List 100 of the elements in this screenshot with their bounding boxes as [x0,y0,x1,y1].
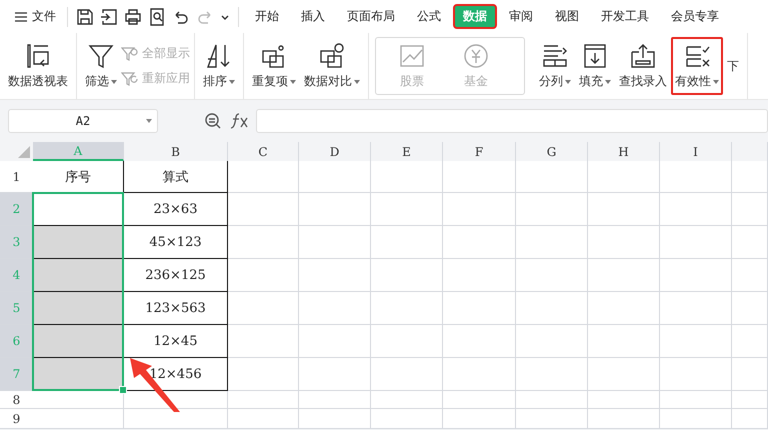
ribbon-button[interactable]: 排序 [199,37,239,95]
ribbon-tab[interactable]: 页面布局 [337,4,405,29]
table-cell [371,409,443,429]
ribbon-tab[interactable]: 审阅 [499,4,543,29]
table-cell [299,358,371,391]
button-label: 数据对比 [304,73,352,90]
table-cell [588,161,660,193]
table-cell [516,358,588,391]
table-cell: 45×123 [124,226,228,259]
table-cell [660,193,732,226]
formula-field[interactable] [256,109,768,133]
name-box[interactable]: A2 [8,109,158,133]
ribbon-tab[interactable]: 会员专享 [661,4,729,29]
table-cell [588,325,660,358]
table-cell [660,409,732,429]
table-cell [732,193,768,226]
table-cell [299,161,371,193]
column-header[interactable]: G [516,142,588,161]
button-label: 数据透视表 [8,73,68,90]
table-cell [228,358,299,391]
ribbon-tab[interactable]: 公式 [407,4,451,29]
print-preview-icon[interactable] [148,8,166,26]
button-label: 下 [727,58,739,74]
table-cell [588,193,660,226]
ribbon-button[interactable]: 数据透视表 [4,37,72,95]
column-header[interactable]: C [228,142,299,161]
ribbon-button[interactable]: 分列 [535,37,575,95]
column-header[interactable]: F [443,142,516,161]
button-label: 筛选 [85,73,109,90]
filter-eye-icon [121,46,139,62]
ribbon-button[interactable]: 筛选 [81,37,121,95]
table-cell [660,358,732,391]
table-cell [516,409,588,429]
table-cell [228,325,299,358]
table-cell: 23×63 [124,193,228,226]
button-label: 分列 [539,73,563,90]
table-cell [299,325,371,358]
table-cell [732,226,768,259]
ribbon-button[interactable]: 数据对比 [300,37,364,95]
table-cell [732,292,768,325]
table-cell [371,226,443,259]
table-cell [371,193,443,226]
button-label: 重复项 [252,73,288,90]
column-header[interactable]: B [124,142,228,161]
ribbon-tab[interactable]: 开始 [245,4,289,29]
button-label: 填充 [579,73,603,90]
button-label: 股票 [400,73,424,90]
menu-icon [14,10,28,22]
ribbon-button[interactable]: 填充 [575,37,615,95]
table-cell [516,193,588,226]
ribbon-tab[interactable]: 插入 [291,4,335,29]
ribbon-button[interactable]: 有效性 [671,37,723,95]
table-cell [228,193,299,226]
table-cell [516,161,588,193]
filter-refresh-icon [121,70,139,86]
table-cell [732,358,768,391]
table-cell [660,259,732,292]
save-icon[interactable] [76,8,94,26]
column-header[interactable]: H [588,142,660,161]
fill-handle[interactable] [119,386,127,394]
table-cell [588,259,660,292]
table-cell [299,391,371,409]
export-icon[interactable] [100,8,118,26]
zoom-icon[interactable] [204,112,222,130]
ribbon-tab[interactable]: 视图 [545,4,589,29]
table-cell [371,325,443,358]
button-label: 排序 [203,73,227,90]
table-cell [588,358,660,391]
table-cell [228,391,299,409]
table-cell: 12×45 [124,325,228,358]
table-cell: 123×563 [124,292,228,325]
column-header[interactable]: D [299,142,371,161]
ribbon-tab[interactable]: 开发工具 [591,4,659,29]
table-cell [299,193,371,226]
corner-triangle-icon [17,145,31,159]
ribbon-button[interactable]: 查找录入 [615,37,671,95]
table-cell [228,292,299,325]
table-cell [516,259,588,292]
function-icon[interactable] [230,112,250,130]
table-cell [588,226,660,259]
column-header[interactable]: E [371,142,443,161]
file-menu[interactable]: 文件 [0,8,62,25]
table-cell [660,226,732,259]
table-cell: 算式 [124,161,228,193]
table-cell [660,292,732,325]
table-cell [516,325,588,358]
ribbon-button[interactable]: 重复项 [248,37,300,95]
table-cell [228,226,299,259]
table-cell [299,226,371,259]
ribbon-button[interactable]: 下 [723,52,743,80]
table-cell [371,358,443,391]
table-cell [732,391,768,409]
table-cell [516,292,588,325]
column-header[interactable]: I [660,142,732,161]
table-cell [299,409,371,429]
table-cell [228,161,299,193]
compare-icon [318,42,346,70]
table-cell [299,292,371,325]
table-cell [371,259,443,292]
print-icon[interactable] [124,8,142,26]
